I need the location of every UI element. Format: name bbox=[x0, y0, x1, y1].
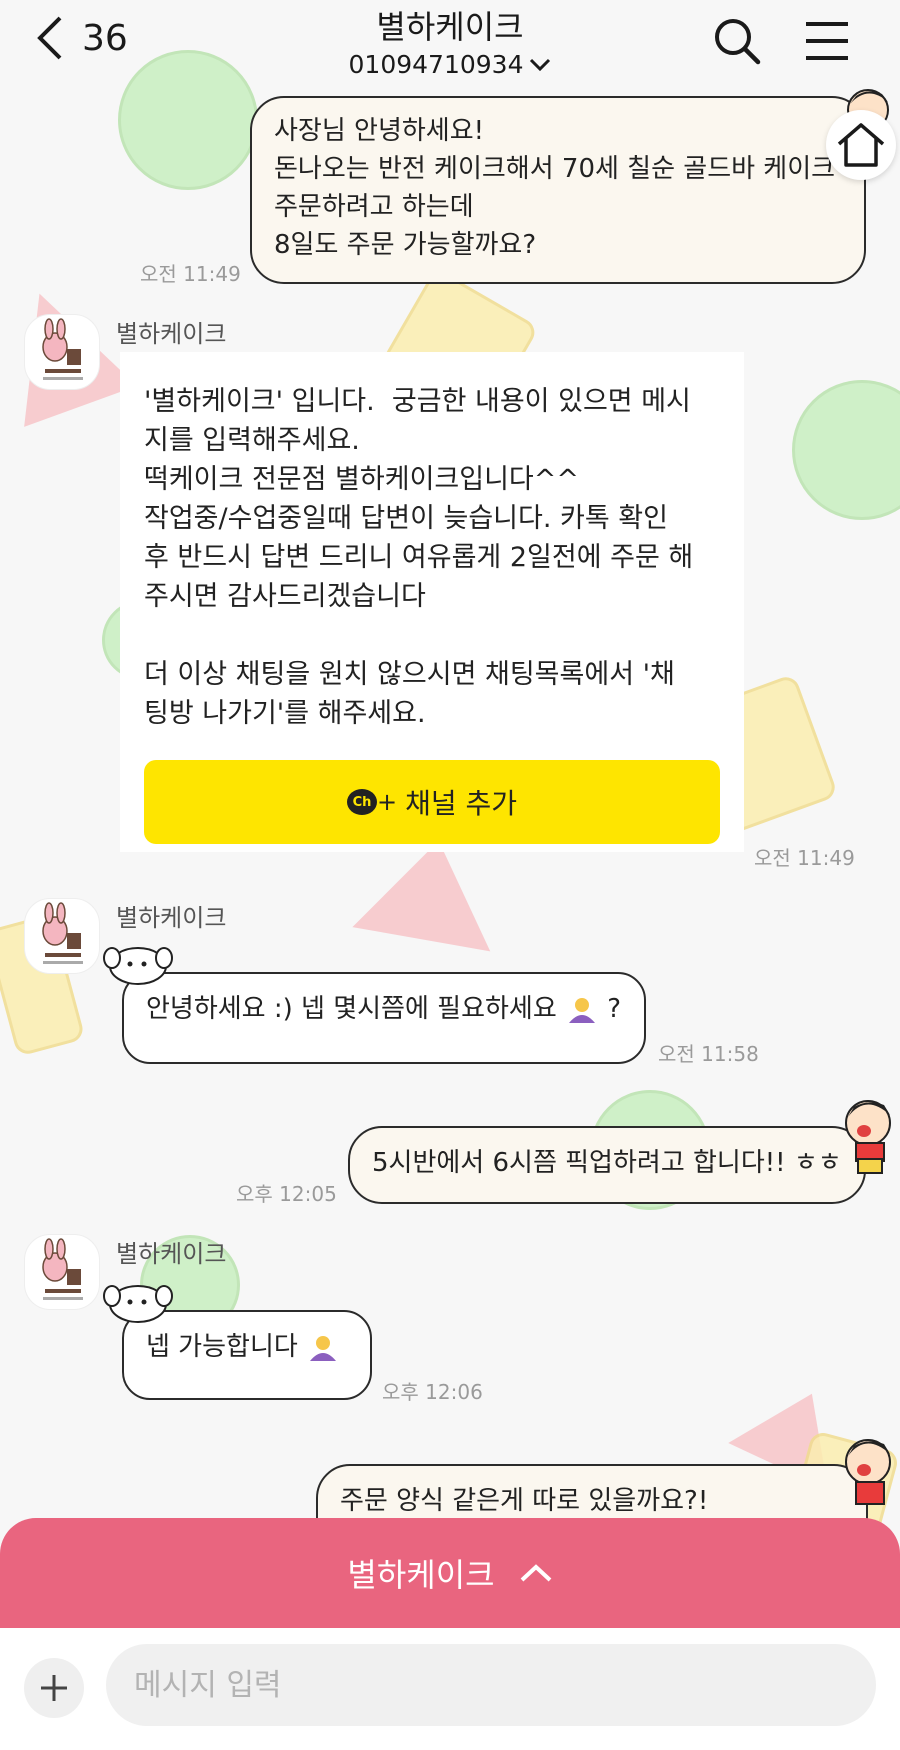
bunny-logo-icon bbox=[42, 902, 83, 964]
my-message-bubble[interactable]: 사장님 안녕하세요! 돈나오는 반전 케이크해서 70세 칠순 골드바 케이크 … bbox=[250, 96, 866, 284]
plus-icon bbox=[41, 1675, 67, 1701]
message-time: 오전 11:49 bbox=[140, 262, 241, 286]
puppy-sticker-icon bbox=[103, 1285, 173, 1323]
message-text: 5시반에서 6시쯤 픽업하려고 합니다!! ㅎㅎ bbox=[372, 1148, 842, 1178]
channel-bar-label: 별하케이크 bbox=[347, 1556, 495, 1594]
shop-avatar[interactable] bbox=[24, 898, 100, 974]
chevron-down-icon bbox=[530, 58, 551, 71]
character-sticker-icon bbox=[845, 1100, 891, 1174]
bunny-logo-icon bbox=[42, 318, 83, 380]
phone-selector[interactable]: 01094710934 bbox=[349, 50, 552, 79]
channel-profile-bar[interactable]: 별하케이크 bbox=[0, 1518, 900, 1628]
channel-icon: Ch bbox=[346, 789, 377, 815]
sender-name: 별하케이크 bbox=[116, 320, 227, 348]
attach-button[interactable] bbox=[24, 1658, 84, 1718]
shop-avatar[interactable] bbox=[24, 314, 100, 390]
puppy-sticker-icon bbox=[103, 947, 173, 985]
bunny-logo-icon bbox=[42, 1238, 83, 1300]
system-message-card: '별하케이크' 입니다. 궁금한 내용이 있으면 메시 지를 입력해주세요. 떡… bbox=[120, 352, 744, 852]
sender-name: 별하케이크 bbox=[116, 904, 227, 932]
chat-header: 36 별하케이크 01094710934 bbox=[0, 0, 900, 80]
message-line: 돈나오는 반전 케이크해서 70세 칠순 골드바 케이크 bbox=[274, 154, 836, 184]
message-text: 주문 양식 같은게 따로 있을까요?! bbox=[340, 1486, 709, 1516]
message-text: 안녕하세요 :) 넵 몇시쯤에 필요하세요 bbox=[146, 994, 557, 1024]
add-channel-label: 채널 추가 bbox=[405, 787, 518, 820]
chevron-up-icon bbox=[520, 1564, 551, 1582]
message-input[interactable] bbox=[106, 1644, 876, 1726]
character-sticker-icon bbox=[845, 1439, 891, 1505]
plus-sign: + bbox=[376, 788, 398, 816]
bg-circle bbox=[792, 380, 900, 520]
bowing-person-emoji-icon bbox=[310, 1335, 337, 1361]
message-line: 사장님 안녕하세요! bbox=[274, 116, 485, 146]
message-time: 오후 12:05 bbox=[236, 1182, 337, 1206]
menu-icon[interactable] bbox=[802, 16, 852, 66]
search-icon[interactable] bbox=[712, 16, 762, 66]
bowing-person-emoji-icon bbox=[569, 997, 596, 1023]
chat-title: 별하케이크 bbox=[376, 8, 524, 46]
message-time: 오전 11:58 bbox=[658, 1042, 759, 1066]
my-message-bubble[interactable]: 5시반에서 6시쯤 픽업하려고 합니다!! ㅎㅎ bbox=[348, 1126, 866, 1204]
phone-number: 01094710934 bbox=[348, 50, 524, 79]
message-time: 오후 12:06 bbox=[382, 1380, 483, 1404]
message-text: 넵 가능합니다 bbox=[146, 1332, 298, 1362]
home-button[interactable] bbox=[826, 110, 896, 180]
message-suffix: ? bbox=[607, 994, 622, 1024]
composer bbox=[0, 1628, 900, 1750]
shop-avatar[interactable] bbox=[24, 1234, 100, 1310]
sender-name: 별하케이크 bbox=[116, 1240, 227, 1268]
system-message-text: '별하케이크' 입니다. 궁금한 내용이 있으면 메시 지를 입력해주세요. 떡… bbox=[144, 386, 694, 729]
message-line: 주문하려고 하는데 bbox=[274, 192, 474, 222]
message-line: 8일도 주문 가능할까요? bbox=[274, 230, 537, 260]
home-icon bbox=[837, 123, 885, 167]
shop-message-bubble[interactable]: 안녕하세요 :) 넵 몇시쯤에 필요하세요 ? bbox=[122, 972, 646, 1064]
add-channel-button[interactable]: Ch + 채널 추가 bbox=[144, 760, 720, 844]
message-time: 오전 11:49 bbox=[754, 846, 855, 870]
